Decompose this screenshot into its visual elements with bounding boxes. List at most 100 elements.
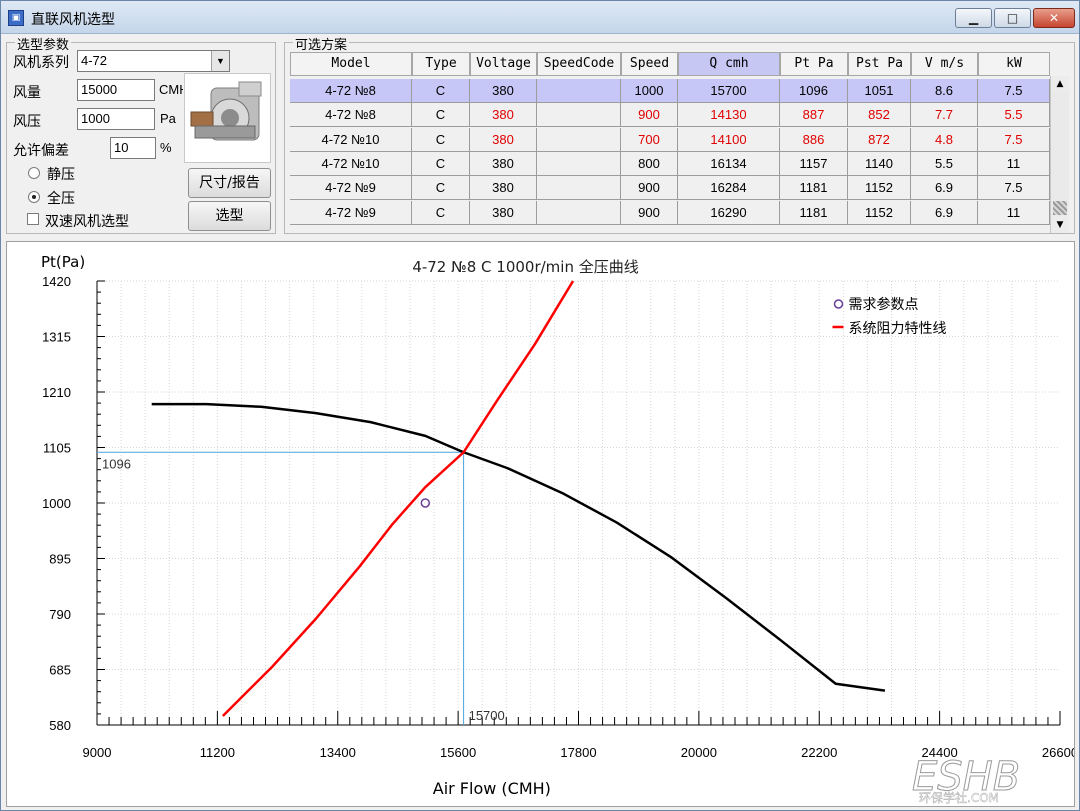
table-cell: 16290 [678, 200, 780, 225]
table-cell: 6.9 [911, 176, 978, 201]
app-window: ▣ 直联风机选型 ▁ □ ✕ 选型参数 风机系列 4-72 ▼ 风量 15000… [0, 0, 1080, 811]
table-scrollbar[interactable]: ▲ ▼ [1050, 76, 1069, 233]
dual-speed-checkbox[interactable] [27, 213, 39, 225]
table-cell: 380 [470, 200, 537, 225]
column-header[interactable]: kW [978, 52, 1050, 76]
table-row[interactable]: 4-72 №10 C 380 800 16134 1157 1140 5.5 11 [290, 151, 1050, 176]
table-cell: 380 [470, 176, 537, 201]
scroll-up-icon[interactable]: ▲ [1051, 76, 1069, 92]
series-line [151, 402, 886, 692]
size-report-button[interactable]: 尺寸/报告 [188, 168, 271, 198]
operating-point-x-label: 15700 [469, 708, 505, 723]
x-tick-label: 11200 [200, 745, 235, 760]
table-cell: 380 [470, 127, 537, 152]
flow-label: 风量 [13, 85, 41, 101]
pressure-input[interactable]: 1000 [77, 108, 155, 130]
minimize-button[interactable]: ▁ [955, 8, 992, 28]
table-cell: 900 [621, 200, 678, 225]
table-cell [537, 127, 621, 152]
chart-title: 4-72 №8 C 1000r/min 全压曲线 [412, 258, 638, 276]
table-cell: 700 [621, 127, 678, 152]
series-select[interactable]: 4-72 ▼ [77, 50, 230, 72]
radio-total-label: 全压 [47, 191, 75, 207]
series-line [221, 280, 575, 717]
scroll-down-icon[interactable]: ▼ [1051, 217, 1069, 233]
x-tick-label: 17800 [560, 745, 596, 760]
flow-input[interactable]: 15000 [77, 79, 155, 101]
radio-static-pressure[interactable] [28, 167, 40, 179]
tolerance-input[interactable]: 10 [110, 137, 156, 159]
watermark-subtext: 环保学社.COM [919, 790, 999, 805]
pressure-unit: Pa [160, 111, 176, 126]
maximize-button[interactable]: □ [994, 8, 1031, 28]
column-header[interactable]: Pt Pa [780, 52, 848, 76]
table-cell: 900 [621, 176, 678, 201]
table-cell: 11 [978, 200, 1050, 225]
tolerance-unit: % [160, 140, 172, 155]
table-cell: 1157 [780, 151, 848, 176]
y-tick-label: 1105 [43, 441, 71, 456]
params-group-title: 选型参数 [15, 34, 72, 53]
table-cell: 8.6 [911, 79, 978, 103]
y-tick-label: 895 [49, 552, 71, 567]
table-row[interactable]: 4-72 №9 C 380 900 16290 1181 1152 6.9 11 [290, 200, 1050, 225]
table-cell: 4-72 №9 [290, 176, 412, 201]
scroll-thumb[interactable] [1053, 201, 1067, 215]
table-cell: 380 [470, 103, 537, 128]
select-button[interactable]: 选型 [188, 201, 271, 231]
table-cell: 900 [621, 103, 678, 128]
table-cell: 16134 [678, 151, 780, 176]
table-cell: 1152 [848, 176, 911, 201]
column-header[interactable]: Model [290, 52, 412, 76]
table-cell: C [412, 127, 470, 152]
chart-panel: 580 685 790 895 1000 1105 1210 1315 1420 9000 1120… [6, 241, 1075, 807]
column-header[interactable]: Pst Pa [848, 52, 911, 76]
table-cell: C [412, 103, 470, 128]
close-button[interactable]: ✕ [1033, 8, 1075, 28]
table-cell: 886 [780, 127, 848, 152]
table-cell: C [412, 176, 470, 201]
column-header[interactable]: SpeedCode [537, 52, 621, 76]
table-cell: 800 [621, 151, 678, 176]
column-header[interactable]: V m/s [911, 52, 978, 76]
table-cell [537, 103, 621, 128]
table-cell: 4.8 [911, 127, 978, 152]
table-cell: 4-72 №8 [290, 79, 412, 103]
table-cell: 4-72 №8 [290, 103, 412, 128]
radio-total-pressure[interactable] [28, 191, 40, 203]
title-bar[interactable]: ▣ 直联风机选型 ▁ □ ✕ [1, 1, 1079, 34]
column-header[interactable]: Type [412, 52, 470, 76]
table-row[interactable]: 4-72 №8 C 380 1000 15700 1096 1051 8.6 7.5 [290, 79, 1050, 103]
table-cell: 5.5 [911, 151, 978, 176]
table-row[interactable]: 4-72 №8 C 380 900 14130 887 852 7.7 5.5 [290, 103, 1050, 128]
pressure-chart: 580 685 790 895 1000 1105 1210 1315 1420 9000 1120… [41, 253, 1074, 805]
y-tick-label: 1420 [42, 274, 71, 289]
table-row[interactable]: 4-72 №10 C 380 700 14100 886 872 4.8 7.5 [290, 127, 1050, 152]
column-header[interactable]: Q cmh [678, 52, 780, 76]
legend-label: 需求参数点 [849, 296, 919, 313]
x-tick-label: 26600 [1042, 745, 1074, 760]
x-axis-label: Air Flow (CMH) [433, 779, 551, 798]
table-cell: 1140 [848, 151, 911, 176]
chevron-down-icon[interactable]: ▼ [211, 51, 229, 71]
table-cell: 1000 [621, 79, 678, 103]
table-cell: 7.7 [911, 103, 978, 128]
table-cell: 6.9 [911, 200, 978, 225]
x-tick-label: 22200 [801, 745, 837, 760]
x-tick-label: 15600 [440, 745, 476, 760]
y-tick-label: 1000 [42, 496, 71, 511]
series-label: 风机系列 [13, 55, 69, 71]
column-header[interactable]: Speed [621, 52, 678, 76]
table-cell: 16284 [678, 176, 780, 201]
x-tick-label: 13400 [320, 745, 356, 760]
column-header[interactable]: Voltage [470, 52, 537, 76]
table-cell [537, 79, 621, 103]
table-row[interactable]: 4-72 №9 C 380 900 16284 1181 1152 6.9 7.5 [290, 176, 1050, 201]
table-cell [537, 200, 621, 225]
table-cell: 1096 [780, 79, 848, 103]
table-cell: 1152 [848, 200, 911, 225]
y-tick-label: 790 [49, 607, 71, 622]
flow-unit: CMH [159, 82, 183, 97]
table-cell: 11 [978, 151, 1050, 176]
table-cell: C [412, 151, 470, 176]
